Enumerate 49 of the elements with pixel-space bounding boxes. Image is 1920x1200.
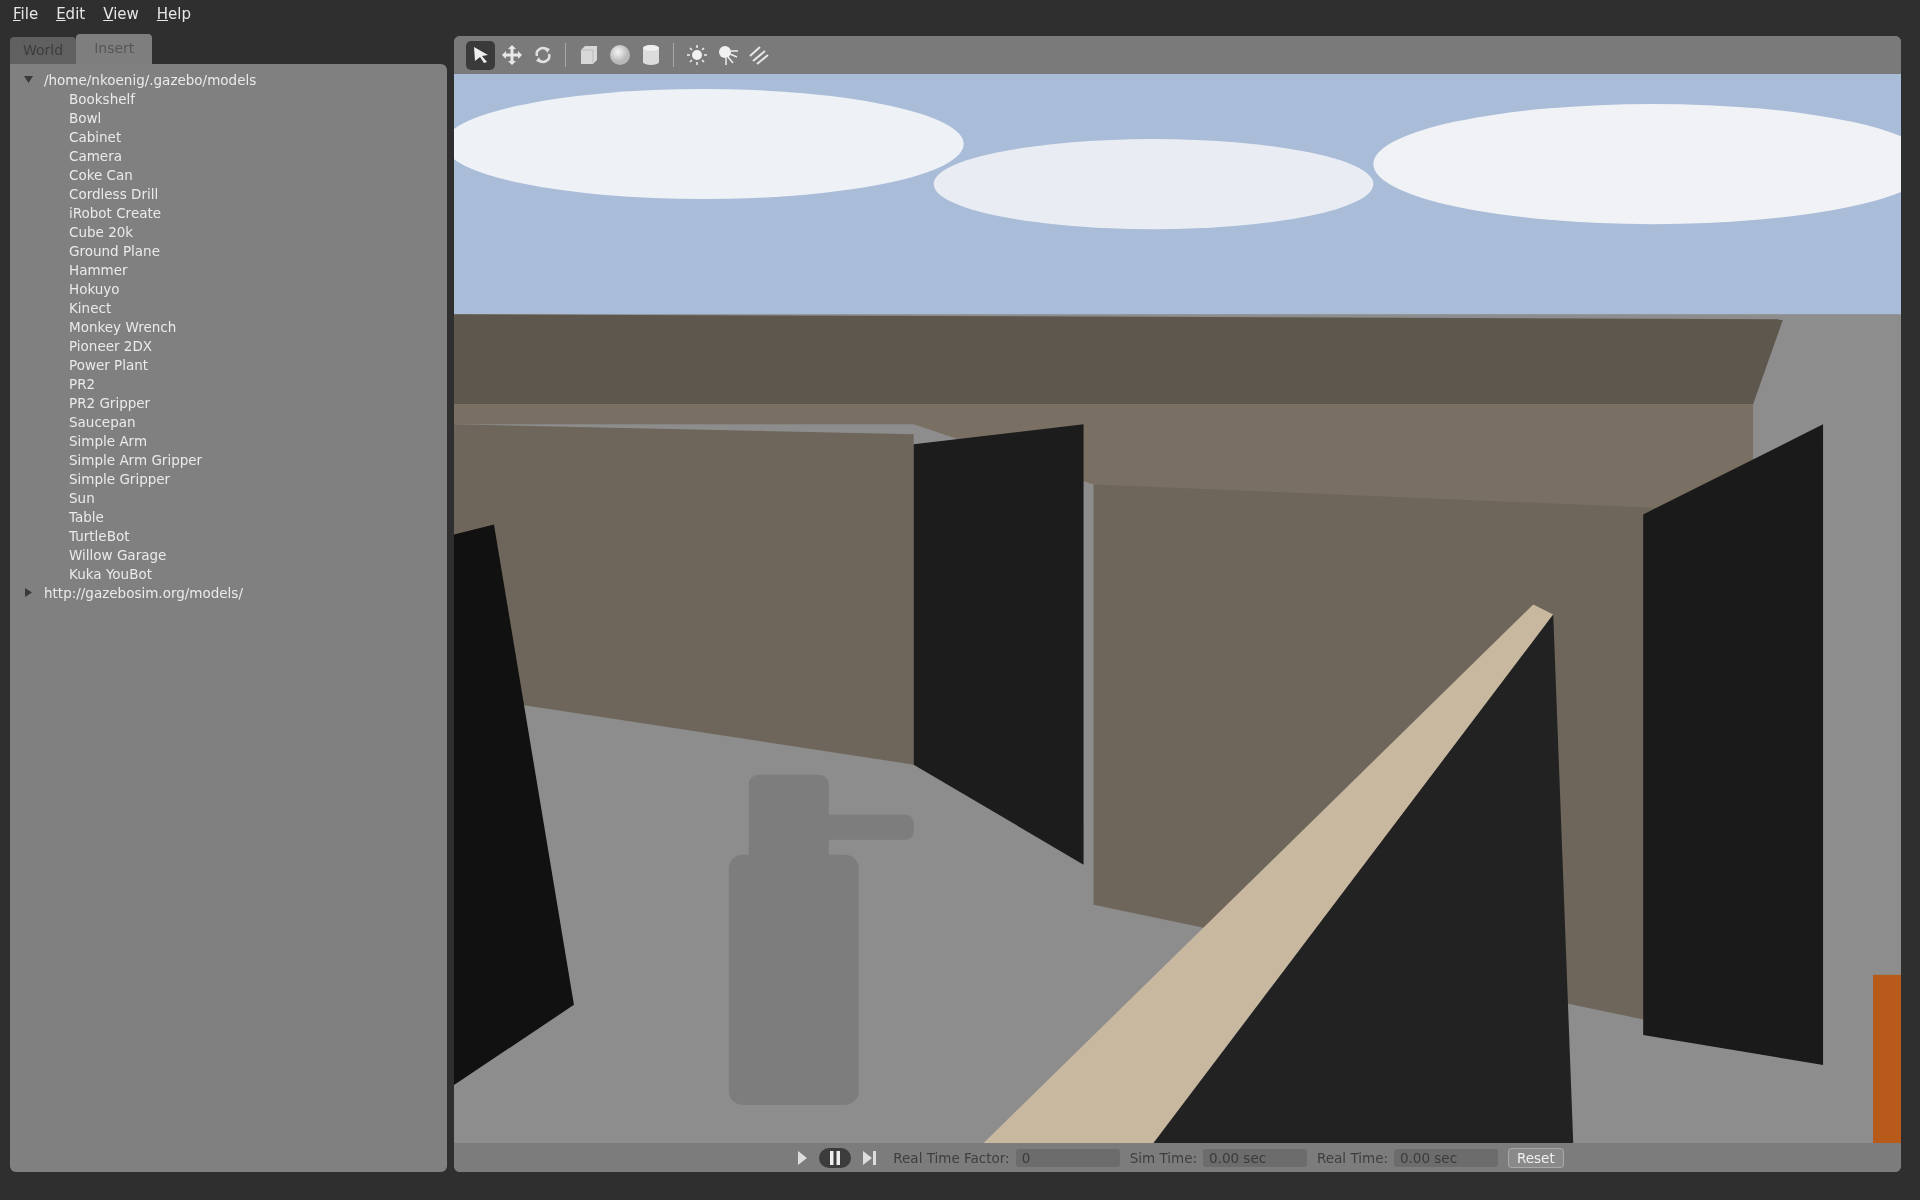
tree-item[interactable]: /home/nkoenig/.gazebo/models [44, 71, 257, 88]
tree-item[interactable]: Cube 20k [69, 223, 134, 240]
tree-item[interactable]: Camera [69, 147, 122, 164]
spotlight-icon [716, 44, 739, 66]
field-label: Real Time Factor: [893, 1149, 1010, 1166]
tree-item[interactable]: Kinect [69, 299, 112, 316]
play-icon [797, 1150, 808, 1165]
cylinder-icon [641, 44, 660, 66]
menu-item[interactable]: View [96, 3, 146, 25]
tree-item[interactable]: Power Plant [69, 356, 149, 373]
menu-item[interactable]: Help [149, 3, 198, 25]
tree-item[interactable]: http://gazebosim.org/models/ [44, 584, 243, 601]
tree-item[interactable]: iRobot Create [69, 204, 162, 221]
tree-item[interactable]: Simple Arm Gripper [69, 451, 203, 468]
directional-light-icon [747, 44, 770, 66]
tree-item[interactable]: Cabinet [69, 128, 122, 145]
tree-item[interactable]: Simple Gripper [69, 470, 171, 487]
tree-item[interactable]: Hammer [69, 261, 128, 278]
tree-item[interactable]: Pioneer 2DX [69, 337, 153, 354]
playback-button[interactable] [819, 1147, 852, 1168]
tree-item[interactable]: Hokuyo [69, 280, 120, 297]
reset-button[interactable]: Reset [1508, 1147, 1564, 1168]
sun-icon [685, 44, 708, 66]
tool-button[interactable] [466, 40, 495, 70]
tree-item[interactable]: TurtleBot [69, 527, 130, 544]
tree-item[interactable]: PR2 [69, 375, 96, 392]
pause-icon [829, 1150, 842, 1165]
menu-item[interactable]: File [6, 3, 46, 25]
tree-item[interactable]: Kuka YouBot [69, 565, 152, 582]
tree-item[interactable]: Saucepan [69, 413, 136, 430]
tree-item[interactable]: Ground Plane [69, 242, 160, 259]
tree-item[interactable]: Willow Garage [69, 546, 167, 563]
field-label: Sim Time: [1129, 1149, 1197, 1166]
menu-item[interactable]: Edit [49, 3, 93, 25]
tree-item[interactable]: Monkey Wrench [69, 318, 177, 335]
tree-item[interactable]: Simple Arm [69, 432, 148, 449]
tree-item[interactable]: Coke Can [69, 166, 133, 183]
expanded-arrow-icon[interactable] [24, 75, 33, 84]
sphere-icon [608, 44, 631, 66]
tree-item[interactable]: Table [69, 508, 104, 525]
tree-item[interactable]: PR2 Gripper [69, 394, 151, 411]
tree-item[interactable]: Bowl [69, 109, 102, 126]
tree-item[interactable]: Cordless Drill [69, 185, 159, 202]
field-label: Real Time: [1317, 1149, 1388, 1166]
collapsed-arrow-icon[interactable] [24, 588, 33, 597]
tree-item[interactable]: Sun [69, 489, 95, 506]
move-icon [500, 44, 523, 66]
step-icon [863, 1150, 878, 1165]
tree-item[interactable]: Bookshelf [69, 90, 135, 107]
